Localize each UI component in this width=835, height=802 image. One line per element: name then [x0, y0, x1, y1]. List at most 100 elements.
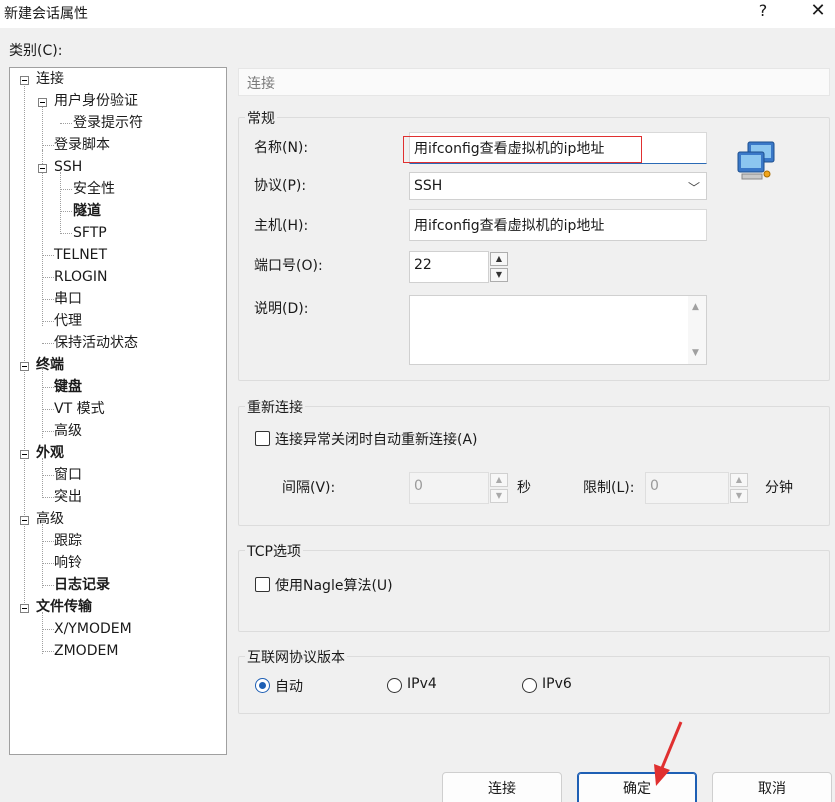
interval-unit: 秒 [517, 480, 531, 496]
tree-item-logging[interactable]: 日志记录 [54, 574, 110, 596]
tree-item-connection[interactable]: 连接 [36, 68, 64, 90]
radio-ipv6[interactable] [522, 678, 537, 693]
tree-line [42, 651, 54, 652]
section-header: 连接 [238, 68, 830, 96]
tree-line [42, 585, 54, 586]
limit-input[interactable]: 0 [645, 472, 729, 504]
expander-icon[interactable] [38, 98, 47, 107]
annotation-arrow-icon [654, 721, 683, 786]
radio-ipv6-label: IPv6 [542, 676, 572, 692]
tree-item-login-prompt[interactable]: 登录提示符 [73, 112, 143, 134]
cancel-button[interactable]: 取消 [712, 772, 832, 802]
expander-icon[interactable] [20, 516, 29, 525]
tree-item-sftp[interactable]: SFTP [73, 222, 107, 244]
tree-item-keyboard[interactable]: 键盘 [54, 376, 82, 398]
tree-item-proxy[interactable]: 代理 [54, 310, 82, 332]
connect-button[interactable]: 连接 [442, 772, 562, 802]
protocol-select-value: SSH [414, 178, 443, 194]
radio-ipv4[interactable] [387, 678, 402, 693]
tree-item-login-script[interactable]: 登录脚本 [54, 134, 110, 156]
tree-item-vt-mode[interactable]: VT 模式 [54, 398, 105, 420]
window-title: 新建会话属性 [4, 6, 88, 22]
limit-down-button[interactable]: ▼ [730, 489, 748, 503]
tree-item-security[interactable]: 安全性 [73, 178, 115, 200]
tree-item-tunnel[interactable]: 隧道 [73, 200, 101, 222]
tree-item-zmodem[interactable]: ZMODEM [54, 640, 118, 662]
tree-line [42, 299, 54, 300]
tree-item-terminal[interactable]: 终端 [36, 354, 64, 376]
category-tree[interactable]: 连接 用户身份验证 登录提示符 登录脚本 SSH 安全性 隧道 SFTP TEL… [9, 67, 227, 755]
protocol-select[interactable]: SSH ﹀ [409, 172, 707, 200]
port-label: 端口号(O): [254, 258, 323, 274]
tree-item-file-transfer[interactable]: 文件传输 [36, 596, 92, 618]
tree-line [42, 475, 54, 476]
tree-line [42, 277, 54, 278]
port-up-button[interactable]: ▲ [490, 252, 508, 266]
auto-reconnect-checkbox[interactable] [255, 431, 270, 446]
tree-item-keepalive[interactable]: 保持活动状态 [54, 332, 138, 354]
radio-ipv4-label: IPv4 [407, 676, 437, 692]
tree-line [42, 172, 43, 326]
tree-item-serial[interactable]: 串口 [54, 288, 82, 310]
expander-icon[interactable] [20, 450, 29, 459]
tree-item-xymodem[interactable]: X/YMODEM [54, 618, 132, 640]
expander-icon[interactable] [20, 362, 29, 371]
tree-line [60, 123, 72, 124]
nagle-checkbox[interactable] [255, 577, 270, 592]
tree-item-highlight[interactable]: 突出 [54, 486, 82, 508]
tree-item-window[interactable]: 窗口 [54, 464, 82, 486]
expander-icon[interactable] [20, 76, 29, 85]
scroll-down-icon[interactable]: ▼ [692, 348, 699, 358]
tree-line [42, 255, 54, 256]
computers-icon [737, 141, 775, 180]
expander-icon[interactable] [38, 164, 47, 173]
tree-line [24, 84, 25, 609]
tree-line [42, 563, 54, 564]
tree-item-telnet[interactable]: TELNET [54, 244, 107, 266]
tree-item-appearance[interactable]: 外观 [36, 442, 64, 464]
tree-line [42, 368, 43, 438]
name-label: 名称(N): [254, 140, 309, 156]
title-bar [0, 0, 835, 28]
tree-item-ssh[interactable]: SSH [54, 156, 82, 178]
interval-up-button[interactable]: ▲ [490, 473, 508, 487]
category-label: 类别(C): [9, 43, 63, 59]
auto-reconnect-label: 连接异常关闭时自动重新连接(A) [275, 432, 478, 448]
tree-line [42, 629, 54, 630]
tree-line [42, 409, 54, 410]
interval-label: 间隔(V): [282, 480, 336, 496]
radio-auto[interactable] [255, 678, 270, 693]
tree-line [42, 541, 54, 542]
close-button[interactable]: ✕ [805, 0, 831, 26]
interval-input[interactable]: 0 [409, 472, 489, 504]
host-input[interactable]: 用ifconfig查看虚拟机的ip地址 [409, 209, 707, 241]
tree-line [42, 343, 54, 344]
tree-item-terminal-advanced[interactable]: 高级 [54, 420, 82, 442]
tree-item-rlogin[interactable]: RLOGIN [54, 266, 108, 288]
port-input[interactable]: 22 [409, 251, 489, 283]
tree-line [42, 145, 54, 146]
ip-version-group-title: 互联网协议版本 [245, 647, 347, 667]
tree-item-advanced[interactable]: 高级 [36, 508, 64, 530]
section-header-label: 连接 [247, 76, 275, 92]
tree-item-bell[interactable]: 响铃 [54, 552, 82, 574]
interval-down-button[interactable]: ▼ [490, 489, 508, 503]
tree-item-auth[interactable]: 用户身份验证 [54, 90, 138, 112]
help-button[interactable]: ? [752, 1, 774, 25]
tree-line [42, 321, 54, 322]
tree-line [42, 497, 54, 498]
description-label: 说明(D): [254, 301, 309, 317]
description-textarea[interactable]: ▲ ▼ [409, 295, 707, 365]
host-label: 主机(H): [254, 218, 309, 234]
tree-line [42, 458, 43, 498]
expander-icon[interactable] [20, 604, 29, 613]
annotation-highlight-box [403, 136, 642, 163]
tree-line [42, 524, 43, 588]
radio-auto-label: 自动 [275, 679, 303, 695]
limit-up-button[interactable]: ▲ [730, 473, 748, 487]
port-down-button[interactable]: ▼ [490, 268, 508, 282]
tree-item-trace[interactable]: 跟踪 [54, 530, 82, 552]
description-scrollbar[interactable]: ▲ ▼ [688, 296, 706, 364]
tree-line [42, 431, 54, 432]
scroll-up-icon[interactable]: ▲ [692, 302, 699, 312]
